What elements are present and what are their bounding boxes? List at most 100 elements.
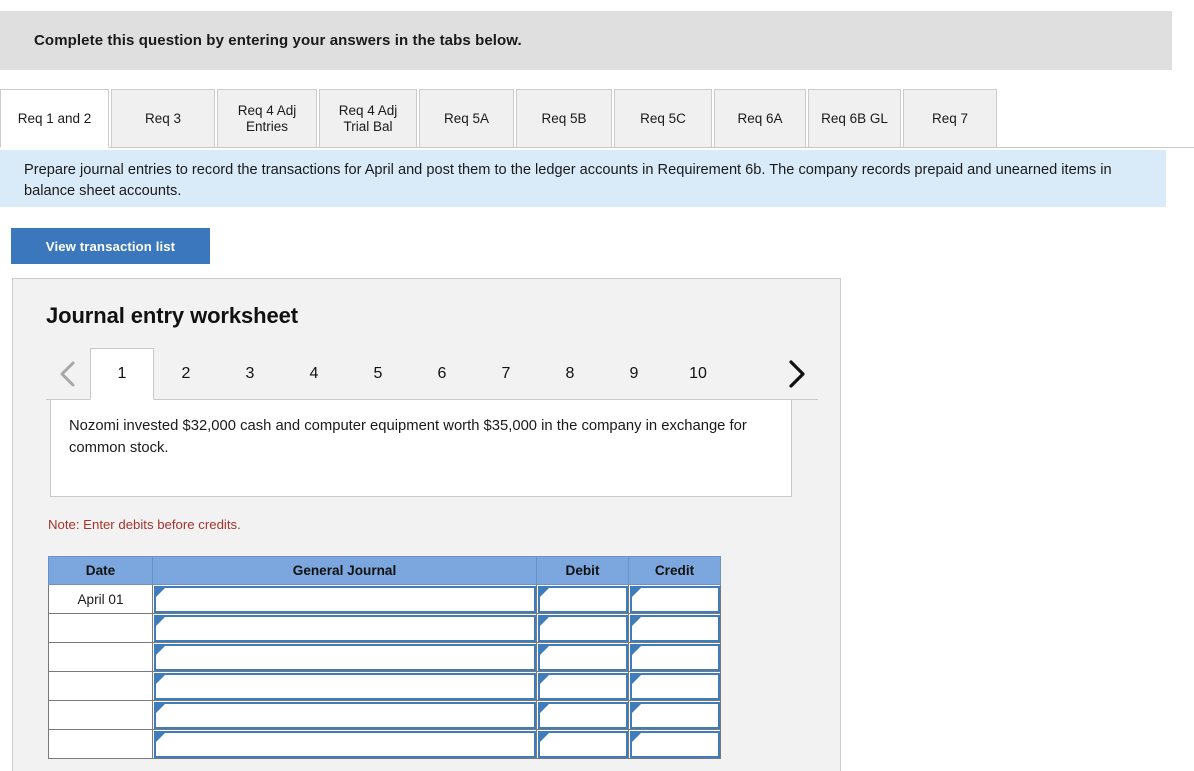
tab-req-4-adj-trial-bal[interactable]: Req 4 Adj Trial Bal: [319, 89, 417, 148]
page-label: 1: [117, 365, 127, 382]
page-label: 4: [309, 365, 319, 382]
worksheet-page-6[interactable]: 6: [410, 348, 474, 400]
credit-cell[interactable]: [628, 584, 721, 614]
credit-input[interactable]: [630, 672, 720, 700]
table-row: April 01: [48, 584, 721, 614]
pager-prev-button[interactable]: [46, 348, 90, 400]
tab-req-3[interactable]: Req 3: [111, 89, 215, 148]
requirement-tab-strip: Req 1 and 2 Req 3 Req 4 Adj Entries Req …: [0, 88, 1194, 148]
tab-label: Req 6A: [737, 110, 783, 126]
table-row: [48, 671, 721, 701]
general-journal-account-select[interactable]: [154, 701, 536, 729]
worksheet-page-2[interactable]: 2: [154, 348, 218, 400]
debit-input[interactable]: [538, 643, 628, 671]
debit-input[interactable]: [538, 730, 628, 758]
page-label: 6: [437, 365, 447, 382]
debit-input[interactable]: [538, 585, 628, 613]
tab-req-5b[interactable]: Req 5B: [516, 89, 612, 148]
page-label: 9: [629, 365, 639, 382]
tab-req-5c[interactable]: Req 5C: [614, 89, 712, 148]
page-label: 3: [245, 365, 255, 382]
date-cell[interactable]: [48, 671, 153, 701]
general-journal-cell[interactable]: [152, 584, 537, 614]
worksheet-page-4[interactable]: 4: [282, 348, 346, 400]
date-cell[interactable]: [48, 729, 153, 759]
tab-label: Req 1 and 2: [17, 110, 92, 126]
table-row: [48, 729, 721, 759]
pager-next-button[interactable]: [774, 348, 818, 400]
tab-req-6a[interactable]: Req 6A: [714, 89, 806, 148]
column-header-credit: Credit: [628, 556, 721, 585]
credit-cell[interactable]: [628, 700, 721, 730]
general-journal-account-select[interactable]: [154, 585, 536, 613]
general-journal-account-select[interactable]: [154, 730, 536, 758]
tab-label: Req 7: [931, 110, 969, 126]
credit-input[interactable]: [630, 701, 720, 729]
debits-before-credits-note: Note: Enter debits before credits.: [48, 517, 241, 532]
page-label: 5: [373, 365, 383, 382]
worksheet-page-9[interactable]: 9: [602, 348, 666, 400]
general-journal-cell[interactable]: [152, 613, 537, 643]
tab-label: Req 5A: [443, 110, 490, 126]
worksheet-page-1[interactable]: 1: [90, 348, 154, 400]
general-journal-account-select[interactable]: [154, 643, 536, 671]
debit-cell[interactable]: [536, 729, 629, 759]
tab-req-4-adj-entries[interactable]: Req 4 Adj Entries: [217, 89, 317, 148]
credit-input[interactable]: [630, 730, 720, 758]
credit-input[interactable]: [630, 643, 720, 671]
credit-cell[interactable]: [628, 729, 721, 759]
general-journal-cell[interactable]: [152, 700, 537, 730]
tab-label: Req 5B: [541, 110, 587, 126]
worksheet-page-10[interactable]: 10: [666, 348, 730, 400]
transaction-description-box: Nozomi invested $32,000 cash and compute…: [50, 399, 792, 497]
credit-input[interactable]: [630, 614, 720, 642]
worksheet-pager: 1 2 3 4 5 6 7 8 9 10: [46, 348, 818, 400]
tab-req-6b-gl[interactable]: Req 6B GL: [808, 89, 901, 148]
worksheet-page-3[interactable]: 3: [218, 348, 282, 400]
tab-req-7[interactable]: Req 7: [903, 89, 997, 148]
debit-cell[interactable]: [536, 671, 629, 701]
page-label: 2: [181, 365, 191, 382]
chevron-right-icon: [789, 360, 805, 388]
page-label: 8: [565, 365, 575, 382]
worksheet-page-5[interactable]: 5: [346, 348, 410, 400]
credit-cell[interactable]: [628, 671, 721, 701]
tab-req-1-and-2[interactable]: Req 1 and 2: [0, 89, 109, 148]
tab-req-5a[interactable]: Req 5A: [419, 89, 514, 148]
date-cell[interactable]: [48, 613, 153, 643]
general-journal-account-select[interactable]: [154, 614, 536, 642]
debit-cell[interactable]: [536, 613, 629, 643]
table-row: [48, 700, 721, 730]
table-row: [48, 642, 721, 672]
worksheet-page-7[interactable]: 7: [474, 348, 538, 400]
table-row: [48, 613, 721, 643]
date-cell[interactable]: [48, 700, 153, 730]
date-cell[interactable]: April 01: [48, 584, 153, 614]
journal-entry-table: Date General Journal Debit Credit April …: [48, 556, 721, 759]
general-journal-cell[interactable]: [152, 642, 537, 672]
instructions-panel: Prepare journal entries to record the tr…: [0, 150, 1166, 207]
debit-cell[interactable]: [536, 584, 629, 614]
tab-label: Req 4 Adj Trial Bal: [338, 102, 398, 134]
tab-label: Req 4 Adj Entries: [237, 102, 297, 134]
debit-input[interactable]: [538, 614, 628, 642]
column-header-date: Date: [48, 556, 153, 585]
debit-cell[interactable]: [536, 700, 629, 730]
credit-cell[interactable]: [628, 642, 721, 672]
debit-input[interactable]: [538, 672, 628, 700]
credit-input[interactable]: [630, 585, 720, 613]
worksheet-title: Journal entry worksheet: [46, 303, 299, 328]
view-transaction-list-button[interactable]: View transaction list: [11, 228, 210, 264]
general-journal-account-select[interactable]: [154, 672, 536, 700]
general-journal-cell[interactable]: [152, 671, 537, 701]
debit-cell[interactable]: [536, 642, 629, 672]
date-cell[interactable]: [48, 642, 153, 672]
debit-input[interactable]: [538, 701, 628, 729]
general-journal-cell[interactable]: [152, 729, 537, 759]
tab-label: Req 6B GL: [821, 110, 888, 126]
credit-cell[interactable]: [628, 613, 721, 643]
worksheet-page-8[interactable]: 8: [538, 348, 602, 400]
instructions-text: Prepare journal entries to record the tr…: [24, 162, 1112, 200]
column-header-debit: Debit: [536, 556, 629, 585]
tab-label: Req 5C: [640, 110, 686, 126]
